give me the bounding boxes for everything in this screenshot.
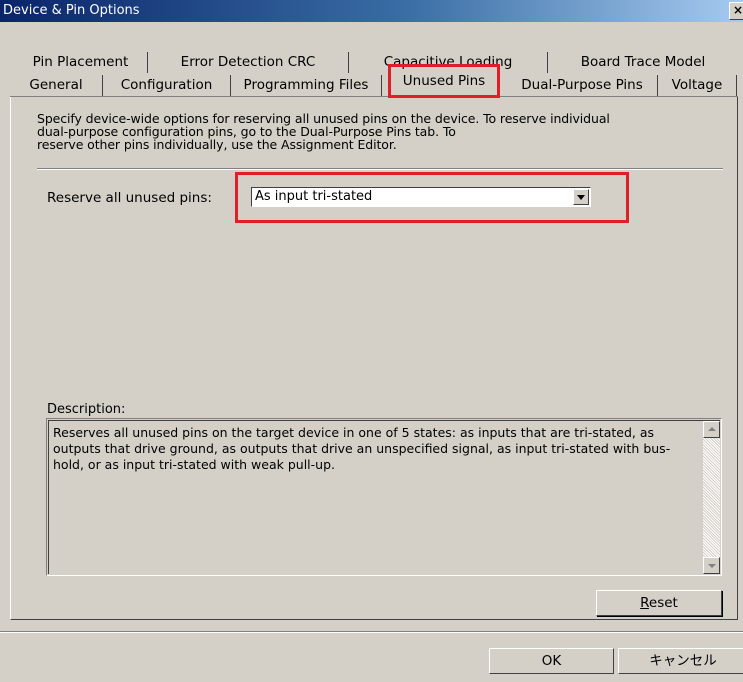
tab-error-detection-crc[interactable]: Error Detection CRC <box>148 52 349 73</box>
description-text: Reserves all unused pins on the target d… <box>53 425 671 472</box>
tab-configuration[interactable]: Configuration <box>103 75 231 96</box>
reserve-unused-pins-label: Reserve all unused pins: <box>47 190 212 206</box>
scroll-up-icon[interactable] <box>703 421 720 438</box>
reset-accelerator: R <box>640 595 649 611</box>
intro-text: Specify device-wide options for reservin… <box>37 112 677 151</box>
description-label: Description: <box>47 402 126 417</box>
close-icon[interactable]: × <box>729 2 743 20</box>
scroll-down-icon[interactable] <box>703 557 720 574</box>
description-box: Reserves all unused pins on the target d… <box>46 418 722 576</box>
tab-programming-files[interactable]: Programming Files <box>231 75 382 96</box>
tab-general[interactable]: General <box>10 75 103 96</box>
bottom-divider <box>0 631 743 633</box>
description-scrollbar[interactable] <box>703 421 720 574</box>
unused-pins-tab-highlight <box>388 64 500 98</box>
description-inner: Reserves all unused pins on the target d… <box>48 420 720 574</box>
select-highlight <box>235 172 629 223</box>
section-divider <box>37 168 723 170</box>
title-bar: Device & Pin Options × <box>0 0 743 22</box>
tab-voltage[interactable]: Voltage <box>658 75 737 96</box>
reset-label: eset <box>648 595 678 611</box>
cancel-button[interactable]: キャンセル <box>618 648 743 674</box>
tab-dual-purpose-pins[interactable]: Dual-Purpose Pins <box>507 75 658 96</box>
tab-pin-placement[interactable]: Pin Placement <box>14 52 148 73</box>
tab-board-trace-model[interactable]: Board Trace Model <box>548 52 738 73</box>
window-title: Device & Pin Options <box>3 3 140 18</box>
ok-button[interactable]: OK <box>489 648 614 674</box>
reset-button[interactable]: Reset <box>596 590 722 616</box>
intro-line-3: reserve other pins individually, use the… <box>37 137 397 152</box>
